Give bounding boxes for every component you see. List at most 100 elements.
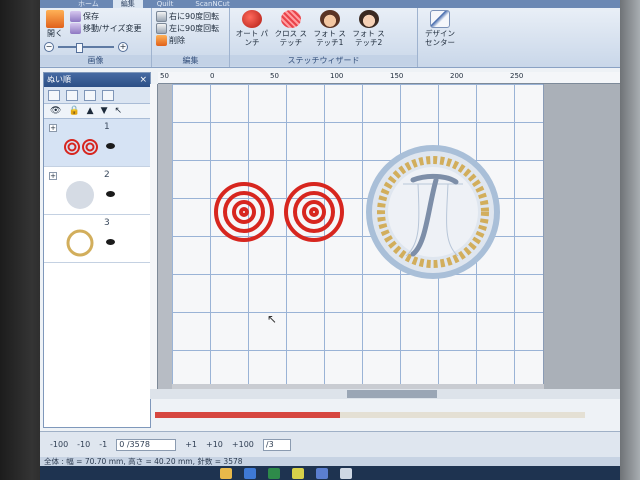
tab-scanncut[interactable]: ScanNCut [187,0,237,8]
delete-button[interactable]: 削除 [156,34,225,46]
panel-title: ぬい順 [47,75,71,84]
camellia-flower-1 [214,182,274,242]
panel-close-button[interactable]: × [139,73,147,87]
ribbon: 開く 保存 移動/サイズ変更 − + 画像 右に90度回転 左に90度回転 削除… [40,8,625,68]
save-label: 保存 [83,11,99,21]
open-label: 開く [47,29,63,38]
excel-icon[interactable] [268,467,280,479]
stitch-wizard-label: ステッチウィザード [230,55,417,66]
eye-icon[interactable] [106,143,115,149]
windows-taskbar [40,466,625,480]
pointer-icon[interactable]: ↖ [115,106,123,116]
word-icon[interactable] [244,467,256,479]
layer-number: 2 [104,170,110,180]
zoom-in-button[interactable]: + [118,42,128,52]
tab-home[interactable]: ホーム [70,0,107,8]
sewing-order-panel: ぬい順 × 👁 🔒 ▲ ▼ ↖ + 1 + 2 3 [43,72,151,428]
expand-toggle[interactable]: + [49,172,57,180]
laptop-bezel-right [620,0,640,480]
camellia-flower-2 [284,182,344,242]
auto-punch-label: オート パンチ [235,29,269,47]
rotate-right-label: 右に90度回転 [169,11,220,21]
tab-edit[interactable]: 編集 [112,0,143,8]
ruler-label: 150 [390,72,404,80]
photo-stitch-2-button[interactable]: フォト ステッチ2 [351,10,387,47]
progress-fill [155,412,340,418]
design-center-label: デザイン センター [425,29,455,47]
rotate-left-button[interactable]: 左に90度回転 [156,22,225,34]
step-forward-100-button[interactable]: +100 [232,440,254,449]
rotate-left-icon [156,22,167,34]
lock-icon[interactable]: 🔒 [68,106,79,116]
left-ruler [150,84,158,389]
status-bar: 全体 : 幅 = 70.70 mm, 高さ = 40.20 mm, 針数 = 3… [40,457,625,466]
ruler-label: 100 [330,72,344,80]
app-window: ホーム 編集 Quilt ScanNCut 開く 保存 移動/サイズ変更 − +… [40,0,625,480]
ruler-label: 200 [450,72,464,80]
stitch-position-field[interactable]: 0 /3578 [116,438,177,451]
move-resize-button[interactable]: 移動/サイズ変更 [70,22,141,34]
step-forward-1-button[interactable]: +1 [185,440,197,449]
move-up-icon[interactable]: ▲ [87,106,94,116]
layer-item[interactable]: + 2 [44,167,150,215]
ruler-label: 0 [210,72,215,80]
image-group-label: 画像 [40,55,151,66]
ruler-label: 250 [510,72,524,80]
photo-stitch-1-button[interactable]: フォト ステッチ1 [312,10,348,47]
cross-stitch-icon [280,10,301,28]
chrome-icon[interactable] [292,467,304,479]
scrollbar-thumb[interactable] [347,390,437,398]
design-canvas[interactable] [158,84,625,389]
horizontal-scrollbar[interactable] [150,389,625,399]
color-page-field[interactable]: /3 [262,438,291,451]
zoom-slider[interactable] [58,43,114,53]
zoom-out-button[interactable]: − [44,42,54,52]
cross-stitch-button[interactable]: クロス ステッチ [273,10,309,47]
other-app-icon[interactable] [340,467,352,479]
eye-icon[interactable] [106,239,115,245]
panel-toolbar-2: 👁 🔒 ▲ ▼ ↖ [44,104,150,119]
auto-punch-button[interactable]: オート パンチ [234,10,270,47]
ruler-label: 50 [270,72,279,80]
layer-item[interactable]: + 1 [44,119,150,167]
design-center-group: デザイン センター [418,8,462,67]
design-center-icon [430,10,450,28]
save-icon [70,10,81,22]
step-back-1-button[interactable]: -1 [99,440,107,449]
layer-item[interactable]: 3 [44,215,150,263]
save-button[interactable]: 保存 [70,10,141,22]
panel-title-bar: ぬい順 × [44,73,150,87]
edit-group: 右に90度回転 左に90度回転 削除 編集 [152,8,230,67]
mouse-cursor-icon: ↖ [267,312,278,326]
eye-icon[interactable] [106,191,115,197]
ring-thumbnail [66,229,94,257]
zoom-control: − + [44,41,128,53]
image-group: 開く 保存 移動/サイズ変更 − + 画像 [40,8,152,67]
tab-quilt[interactable]: Quilt [149,0,182,8]
stitch-wizard-group: オート パンチ クロス ステッチ フォト ステッチ1 フォト ステッチ2 ステッ… [230,8,418,67]
layout-icon[interactable] [102,89,114,101]
top-ruler: 50 0 50 100 150 200 250 [158,72,625,84]
open-button[interactable]: 開く [44,10,66,39]
stitch-navigation-bar: -100 -10 -1 0 /3578 +1 +10 +100 /3 [40,431,625,457]
step-back-100-button[interactable]: -100 [50,440,68,449]
move-down-icon[interactable]: ▼ [101,106,108,116]
view-icon[interactable] [48,89,60,101]
step-back-10-button[interactable]: -10 [77,440,90,449]
cross-stitch-label: クロス ステッチ [274,29,308,47]
rotate-right-button[interactable]: 右に90度回転 [156,10,225,22]
monogram-medallion [366,145,500,279]
expand-toggle[interactable]: + [49,124,57,132]
color-icon[interactable] [66,89,78,101]
file-explorer-icon[interactable] [220,467,232,479]
thread-icon[interactable] [84,89,96,101]
embroidery-app-icon[interactable] [316,467,328,479]
ribbon-tab-bar: ホーム 編集 Quilt ScanNCut [40,0,625,8]
step-forward-10-button[interactable]: +10 [206,440,223,449]
delete-label: 削除 [169,35,185,45]
photo-portrait-icon [319,10,340,28]
visibility-icon[interactable]: 👁 [50,106,61,116]
photo-portrait-2-icon [358,10,379,28]
move-resize-label: 移動/サイズ変更 [83,23,142,33]
design-center-button[interactable]: デザイン センター [422,10,458,47]
